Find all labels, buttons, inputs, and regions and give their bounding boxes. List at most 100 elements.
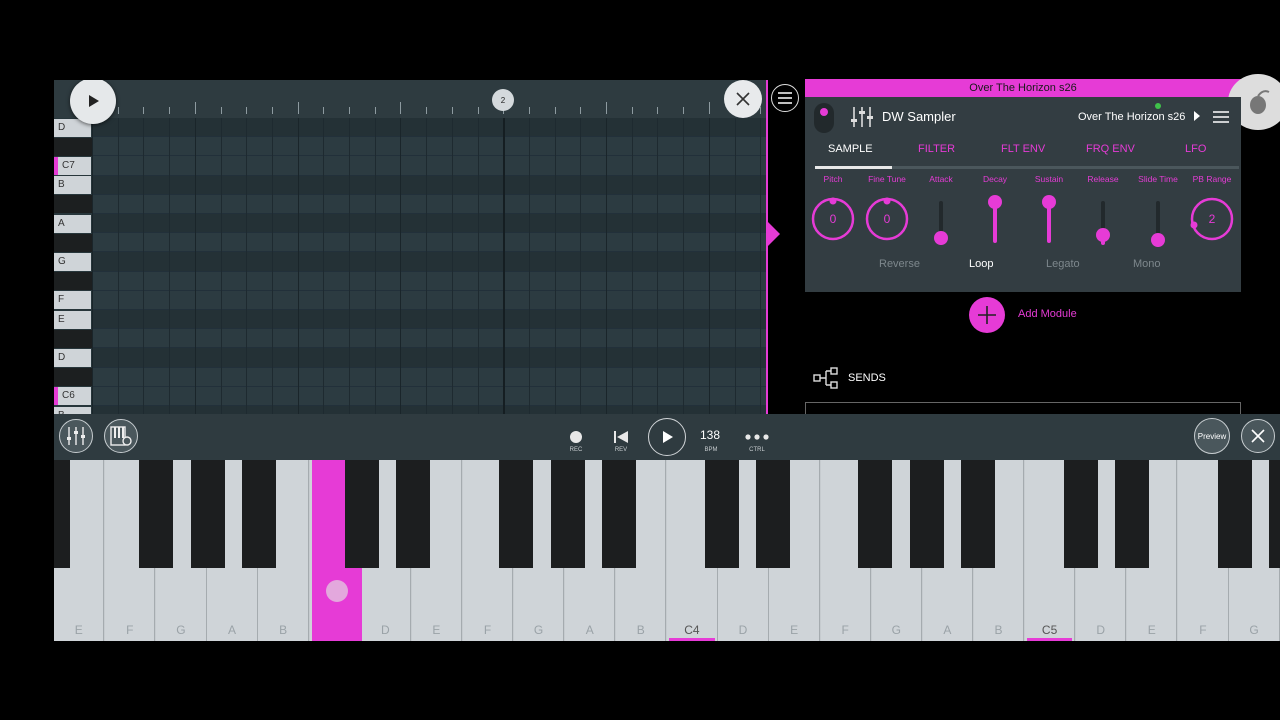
preset-name[interactable]: Over The Horizon s26 <box>1078 111 1185 123</box>
grid-row[interactable] <box>92 156 767 176</box>
ctrl-button[interactable] <box>744 428 770 446</box>
black-key[interactable] <box>54 460 70 568</box>
legato-option[interactable]: Legato <box>1046 258 1080 270</box>
preview-button[interactable]: Preview <box>1194 418 1230 454</box>
black-key[interactable] <box>602 460 636 568</box>
add-module-label[interactable]: Add Module <box>1018 308 1077 320</box>
roll-black-key[interactable] <box>54 195 92 214</box>
pitch-knob[interactable]: 0 <box>811 197 855 241</box>
decay-slider[interactable] <box>988 195 1002 243</box>
roll-black-key[interactable] <box>54 329 92 348</box>
timeline-ruler[interactable] <box>54 80 767 118</box>
mono-option[interactable]: Mono <box>1133 258 1161 270</box>
preset-next-icon[interactable] <box>1193 111 1201 121</box>
grid-row[interactable] <box>92 214 767 234</box>
grid-row[interactable] <box>92 118 767 138</box>
roll-black-key[interactable] <box>54 137 92 156</box>
grid-row[interactable] <box>92 329 767 349</box>
roll-white-key[interactable]: G <box>54 252 91 272</box>
tab-filter[interactable]: FILTER <box>918 143 955 155</box>
pb-range-label: PB Range <box>1192 174 1232 184</box>
roll-black-key[interactable] <box>54 233 92 252</box>
grid-beat-line <box>426 118 428 414</box>
roll-white-key[interactable]: F <box>54 291 91 310</box>
roll-white-key[interactable]: C7 <box>54 156 91 176</box>
black-key[interactable] <box>499 460 533 568</box>
roll-play-button[interactable] <box>70 80 116 124</box>
mixer-icon[interactable] <box>851 107 873 127</box>
grid-row[interactable] <box>92 367 767 387</box>
tab-flt-env[interactable]: FLT ENV <box>1001 143 1045 155</box>
grid-row[interactable] <box>92 271 767 291</box>
sustain-slider[interactable] <box>1042 195 1056 243</box>
grid-beat-line <box>606 118 607 414</box>
main-menu-button[interactable] <box>771 84 799 112</box>
roll-black-key[interactable] <box>54 368 92 387</box>
grid-beat-line <box>117 118 119 414</box>
loop-option[interactable]: Loop <box>969 258 993 270</box>
reverse-option[interactable]: Reverse <box>879 258 920 270</box>
release-slider[interactable] <box>1096 201 1110 245</box>
tab-frq-env[interactable]: FRQ ENV <box>1086 143 1135 155</box>
black-key[interactable] <box>191 460 225 568</box>
black-key[interactable] <box>1064 460 1098 568</box>
instrument-name[interactable]: DW Sampler <box>882 109 956 124</box>
black-key[interactable] <box>705 460 739 568</box>
black-key[interactable] <box>1218 460 1252 568</box>
grid-row[interactable] <box>92 194 767 214</box>
black-key[interactable] <box>396 460 430 568</box>
roll-close-button[interactable] <box>724 80 762 118</box>
roll-white-key[interactable]: A <box>54 214 91 233</box>
attack-slider[interactable] <box>934 201 948 245</box>
black-key[interactable] <box>551 460 585 568</box>
piano-settings-button[interactable] <box>104 419 138 453</box>
black-key[interactable] <box>345 460 379 568</box>
black-key[interactable] <box>1115 460 1149 568</box>
grid-row[interactable] <box>92 252 767 272</box>
roll-white-key[interactable]: D <box>54 348 91 368</box>
grid-row[interactable] <box>92 137 767 157</box>
bar-marker[interactable]: 2 <box>492 89 514 111</box>
roll-white-key[interactable]: B <box>54 176 91 195</box>
tab-lfo[interactable]: LFO <box>1185 143 1206 155</box>
play-button[interactable] <box>648 418 686 456</box>
grid-row[interactable] <box>92 406 767 414</box>
note-grid[interactable] <box>92 118 767 414</box>
black-key[interactable] <box>961 460 995 568</box>
pb-range-value: 2 <box>1208 212 1216 226</box>
record-button[interactable] <box>566 428 586 446</box>
slide-time-slider[interactable] <box>1151 201 1165 247</box>
roll-black-key[interactable] <box>54 272 92 291</box>
grid-row[interactable] <box>92 386 767 406</box>
playhead-handle[interactable] <box>768 222 780 246</box>
instrument-menu-icon[interactable] <box>1213 110 1229 124</box>
mixer-button[interactable] <box>59 419 93 453</box>
tempo-value[interactable]: 138 <box>700 428 720 442</box>
rewind-button[interactable] <box>611 428 631 446</box>
instrument-toggle[interactable] <box>814 103 834 133</box>
fine-tune-knob[interactable]: 0 <box>865 197 909 241</box>
piano-roll-keys[interactable]: DC7BAGFEDC6B <box>54 118 92 414</box>
black-key[interactable] <box>1269 460 1280 568</box>
black-key[interactable] <box>910 460 944 568</box>
black-key[interactable] <box>242 460 276 568</box>
grid-row[interactable] <box>92 233 767 253</box>
roll-white-key[interactable]: C6 <box>54 387 91 406</box>
pb-range-knob[interactable]: 2 <box>1190 197 1234 241</box>
tab-sample[interactable]: SAMPLE <box>828 143 873 155</box>
roll-white-key[interactable]: E <box>54 310 91 329</box>
grid-row[interactable] <box>92 310 767 330</box>
grid-row[interactable] <box>92 348 767 368</box>
add-module-button[interactable] <box>969 297 1005 333</box>
grid-row[interactable] <box>92 175 767 195</box>
black-key[interactable] <box>858 460 892 568</box>
sends-label[interactable]: SENDS <box>848 372 886 384</box>
roll-white-key[interactable]: B <box>54 406 91 414</box>
piano-roll[interactable]: DC7BAGFEDC6B 2 <box>54 80 767 414</box>
timeline-tick <box>143 107 145 114</box>
piano-keyboard[interactable]: E F G A B D E F G A B C4 D E F G A B C5 D E F G <box>54 460 1280 641</box>
grid-row[interactable] <box>92 290 767 310</box>
black-key[interactable] <box>756 460 790 568</box>
black-key[interactable] <box>139 460 173 568</box>
keyboard-close-button[interactable] <box>1241 419 1275 453</box>
